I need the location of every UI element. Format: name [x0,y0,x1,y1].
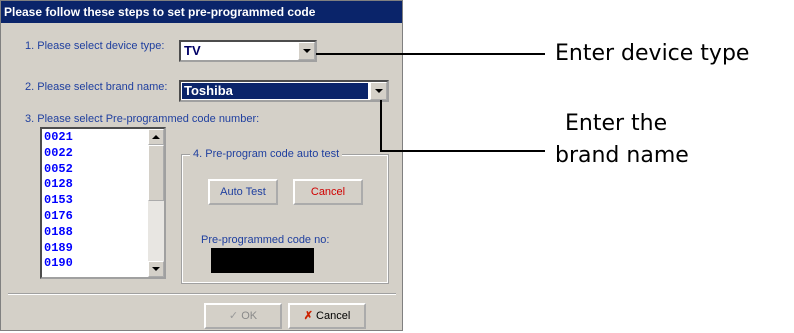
brand-callout-line [380,100,545,152]
brand-annotation-line2: brand name [555,143,689,168]
device-type-annotation: Enter device type [555,41,750,66]
brand-annotation-line1: Enter the [565,111,668,136]
